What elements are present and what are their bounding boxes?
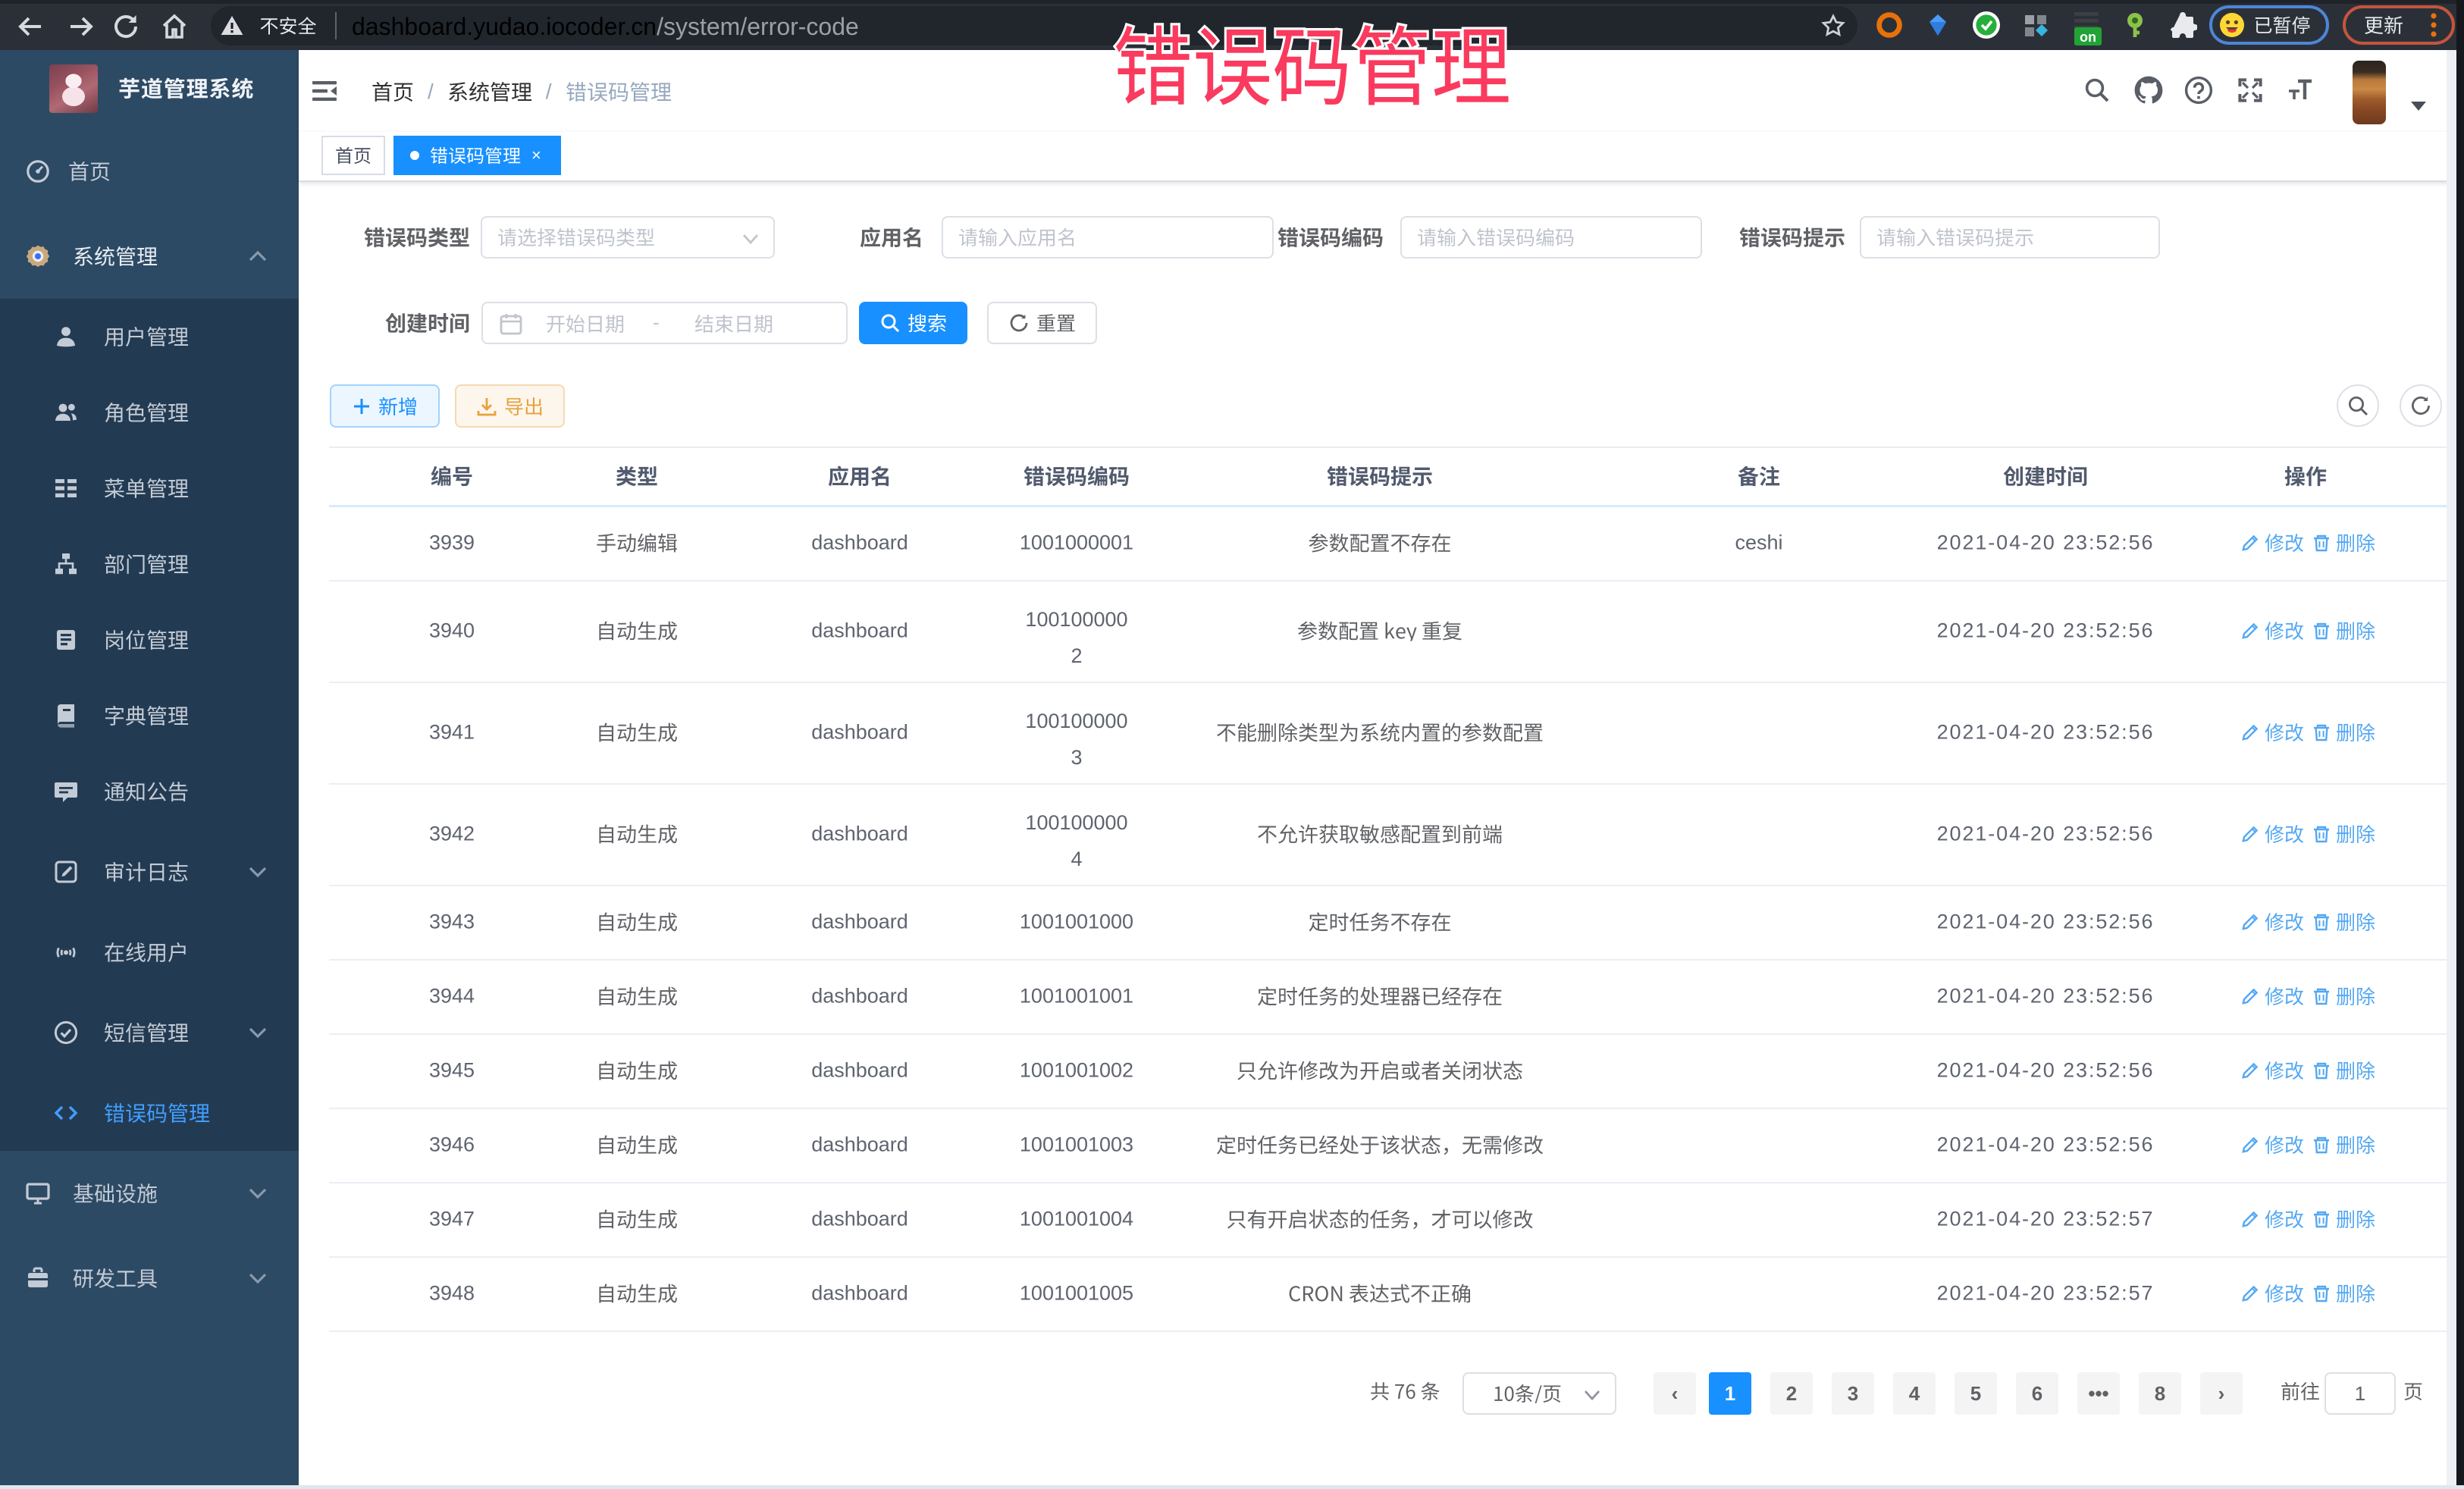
svg-text:on: on bbox=[2080, 30, 2096, 45]
